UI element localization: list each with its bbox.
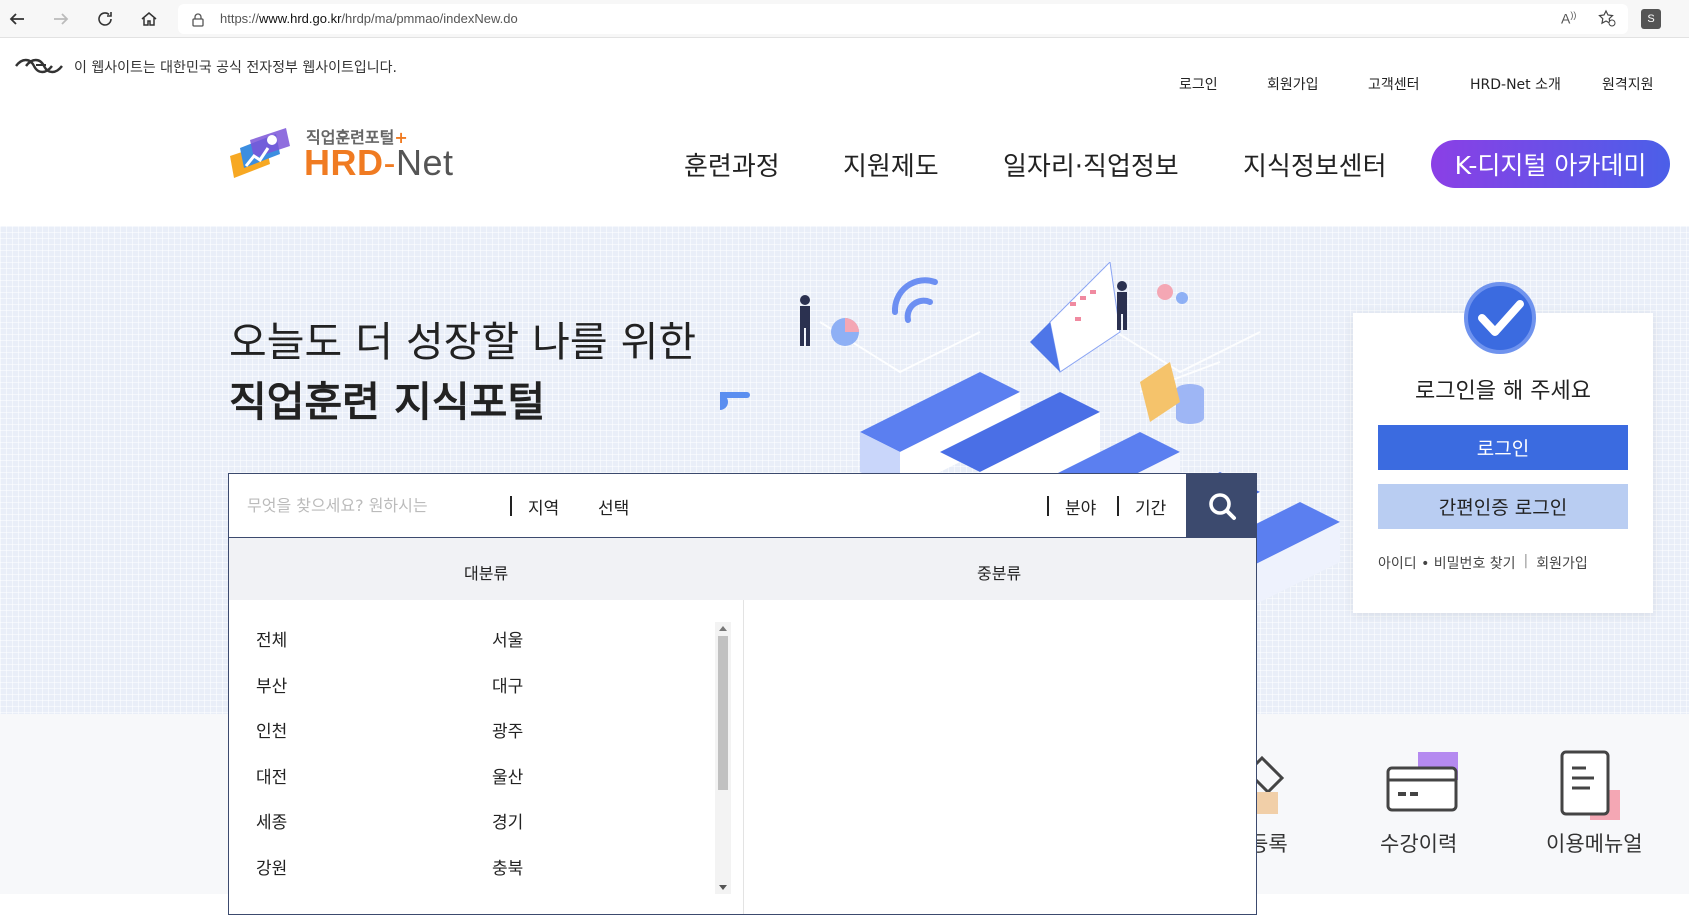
region-option[interactable]: 광주 — [492, 717, 523, 742]
region-option[interactable]: 대구 — [492, 672, 523, 697]
home-icon[interactable] — [138, 8, 160, 30]
top-link-join[interactable]: 회원가입 — [1267, 74, 1319, 94]
hero-headline: 오늘도 더 성장할 나를 위한 — [229, 318, 697, 366]
address-bar[interactable]: https://www.hrd.go.kr/hrdp/ma/pmmao/inde… — [178, 4, 1628, 34]
scroll-up-icon[interactable] — [719, 626, 727, 631]
login-card: 로그인을 해 주세요 로그인 간편인증 로그인 아이디 • 비밀번호 찾기 | … — [1353, 313, 1653, 613]
region-option[interactable]: 강원 — [256, 854, 287, 879]
search-divider — [1047, 496, 1049, 516]
search-divider — [510, 496, 512, 516]
kdigital-academy-button[interactable]: K-디지털 아카데미 — [1431, 140, 1670, 188]
link-separator: | — [1523, 553, 1529, 569]
search-divider — [1117, 496, 1119, 516]
search-button[interactable] — [1186, 473, 1257, 538]
region-option[interactable]: 부산 — [256, 672, 287, 697]
user-manual-icon[interactable] — [1556, 748, 1636, 822]
course-history-icon[interactable] — [1382, 750, 1462, 820]
field-filter-label[interactable]: 분야 — [1065, 494, 1096, 519]
browser-toolbar: https://www.hrd.go.kr/hrdp/ma/pmmao/inde… — [0, 0, 1689, 38]
site-logo[interactable]: 직업훈련포털+ HRD-Net — [226, 118, 481, 188]
region-scrollbar[interactable] — [715, 622, 731, 894]
region-option[interactable]: 대전 — [256, 763, 287, 788]
profile-icon[interactable]: S — [1641, 9, 1661, 29]
gnb-knowledge-center[interactable]: 지식정보센터 — [1243, 146, 1387, 183]
login-links: 아이디 • 비밀번호 찾기 | 회원가입 — [1378, 553, 1588, 573]
region-option[interactable]: 충북 — [492, 854, 523, 879]
minor-category-header: 중분류 — [977, 564, 1022, 583]
search-input[interactable] — [247, 490, 502, 520]
major-category-header: 대분류 — [464, 564, 509, 583]
hero-subheadline: 직업훈련 지식포털 — [229, 378, 546, 426]
dropdown-header: 대분류 중분류 — [229, 538, 1256, 600]
region-select[interactable]: 선택 — [598, 494, 629, 519]
region-filter-label[interactable]: 지역 — [528, 494, 559, 519]
login-title: 로그인을 해 주세요 — [1415, 379, 1591, 404]
back-icon[interactable] — [6, 8, 28, 30]
forward-icon[interactable] — [50, 8, 72, 30]
scroll-down-icon[interactable] — [719, 885, 727, 890]
gnb-job-info[interactable]: 일자리·직업정보 — [1003, 146, 1179, 183]
top-link-remote[interactable]: 원격지원 — [1602, 74, 1654, 94]
period-filter-label[interactable]: 기간 — [1135, 494, 1166, 519]
reload-icon[interactable] — [94, 8, 116, 30]
region-dropdown: 대분류 중분류 전체 서울 부산 대구 인천 광주 대전 울산 세종 경기 강원… — [228, 538, 1257, 915]
top-link-support[interactable]: 고객센터 — [1368, 74, 1420, 94]
scroll-thumb[interactable] — [718, 636, 728, 790]
top-link-login[interactable]: 로그인 — [1179, 74, 1218, 94]
dropdown-divider — [743, 600, 744, 914]
region-option[interactable]: 울산 — [492, 763, 523, 788]
utility-nav: 로그인 회원가입 고객센터 HRD-Net 소개 원격지원 — [0, 74, 1689, 94]
card-join-link[interactable]: 회원가입 — [1536, 553, 1588, 573]
search-bar: 지역 선택 분야 기간 — [228, 473, 1257, 538]
read-aloud-icon[interactable]: A)) — [1561, 10, 1576, 27]
region-option[interactable]: 인천 — [256, 717, 287, 742]
lock-icon — [192, 12, 204, 31]
favorite-icon[interactable] — [1598, 9, 1616, 31]
logo-wordmark: HRD-Net — [304, 142, 454, 183]
login-button[interactable]: 로그인 — [1378, 425, 1628, 470]
search-icon — [1208, 492, 1236, 520]
region-option[interactable]: 경기 — [492, 808, 523, 833]
logo-emblem-icon — [230, 128, 290, 178]
url-text: https://www.hrd.go.kr/hrdp/ma/pmmao/inde… — [220, 11, 518, 26]
top-link-about[interactable]: HRD-Net 소개 — [1470, 74, 1561, 94]
region-option[interactable]: 세종 — [256, 808, 287, 833]
gnb-training-courses[interactable]: 훈련과정 — [684, 146, 780, 183]
gnb-support-system[interactable]: 지원제도 — [843, 146, 939, 183]
find-id-password-link[interactable]: 아이디 • 비밀번호 찾기 — [1378, 553, 1516, 573]
simple-auth-login-button[interactable]: 간편인증 로그인 — [1378, 484, 1628, 529]
region-option[interactable]: 전체 — [256, 626, 287, 651]
region-option[interactable]: 서울 — [492, 626, 523, 651]
check-badge-icon — [1464, 282, 1536, 354]
quick-course-history-label[interactable]: 수강이력 — [1380, 828, 1457, 858]
quick-user-manual-label[interactable]: 이용메뉴얼 — [1546, 828, 1643, 858]
